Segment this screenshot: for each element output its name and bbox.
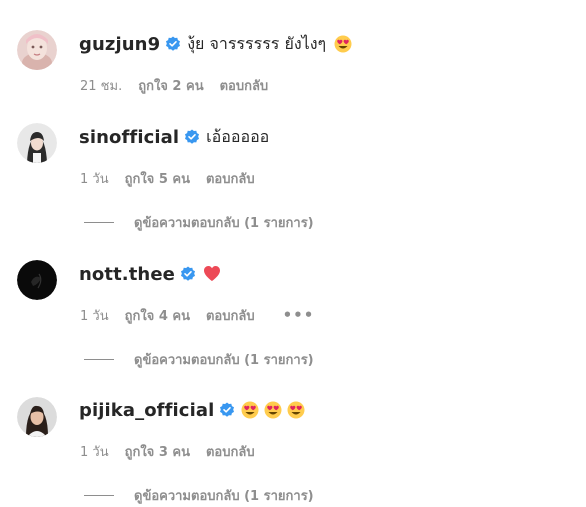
heart-eyes-emoji: [287, 401, 305, 419]
view-replies-label: ดูข้อความตอบกลับ (1 รายการ): [134, 215, 314, 231]
verified-badge-icon: [184, 129, 200, 145]
likes-count[interactable]: ถูกใจ 5 คน: [125, 168, 190, 189]
view-replies-button[interactable]: ดูข้อความตอบกลับ (1 รายการ): [84, 350, 314, 368]
comment-emojis: [241, 401, 310, 419]
verified-badge-icon: [180, 266, 196, 282]
reply-button[interactable]: ตอบกลับ: [220, 75, 269, 96]
reply-button[interactable]: ตอบกลับ: [206, 305, 255, 326]
comment-emojis: [334, 35, 357, 53]
view-replies-label: ดูข้อความตอบกลับ (1 รายการ): [134, 352, 314, 368]
comment-time[interactable]: 1 วัน: [80, 441, 109, 462]
comment-time[interactable]: 1 วัน: [80, 305, 109, 326]
reply-button[interactable]: ตอบกลับ: [206, 168, 255, 189]
avatar-guzjun9[interactable]: [17, 30, 57, 70]
view-replies-button[interactable]: ดูข้อความตอบกลับ (1 รายการ): [84, 213, 314, 231]
divider-line: [84, 221, 114, 223]
avatar-sinofficial[interactable]: [17, 123, 57, 163]
heart-eyes-emoji: [264, 401, 282, 419]
comment-text: งุ้ย จารรรรรร ยังไงๆ: [187, 33, 327, 53]
username[interactable]: guzjun9: [79, 34, 160, 55]
username[interactable]: nott.thee: [79, 264, 175, 285]
comment-time[interactable]: 21 ชม.: [80, 75, 122, 96]
comment-emojis: [203, 265, 226, 283]
verified-badge-icon: [165, 36, 181, 52]
divider-line: [84, 358, 114, 360]
likes-count[interactable]: ถูกใจ 3 คน: [125, 441, 190, 462]
heart-eyes-emoji: [334, 35, 352, 53]
view-replies-button[interactable]: ดูข้อความตอบกลับ (1 รายการ): [84, 486, 314, 504]
verified-badge-icon: [219, 402, 235, 418]
view-replies-label: ดูข้อความตอบกลับ (1 รายการ): [134, 488, 314, 504]
likes-count[interactable]: ถูกใจ 4 คน: [125, 305, 190, 326]
comment-text: เอ้อออออ: [206, 126, 270, 146]
more-options-icon[interactable]: •••: [283, 306, 315, 324]
avatar-pijika[interactable]: [17, 397, 57, 437]
username[interactable]: pijika_official: [79, 400, 214, 421]
likes-count[interactable]: ถูกใจ 2 คน: [138, 75, 203, 96]
red-heart-emoji: [203, 265, 221, 283]
divider-line: [84, 494, 114, 496]
username[interactable]: sinofficial: [79, 127, 179, 148]
heart-eyes-emoji: [241, 401, 259, 419]
avatar-nott-thee[interactable]: [17, 260, 57, 300]
reply-button[interactable]: ตอบกลับ: [206, 441, 255, 462]
comment-time[interactable]: 1 วัน: [80, 168, 109, 189]
